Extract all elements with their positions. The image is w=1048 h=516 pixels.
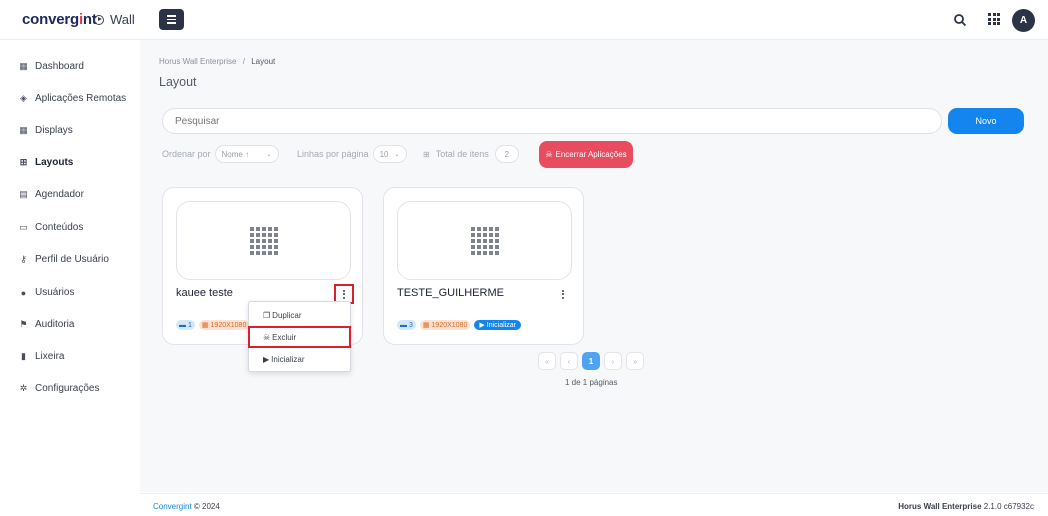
sidebar-item-displays[interactable]: ▦ Displays	[19, 125, 73, 136]
card-options-icon[interactable]	[555, 286, 571, 302]
remote-apps-icon: ◈	[20, 93, 27, 103]
resolution-icon: ▦	[422, 322, 430, 329]
play-icon: ▶	[479, 322, 485, 329]
sidebar-item-users[interactable]: ● Usuários	[19, 287, 75, 298]
layout-card-title: TESTE_GUILHERME	[397, 287, 504, 299]
breadcrumb-root[interactable]: Horus Wall Enterprise	[159, 57, 237, 66]
next-page-button[interactable]: ›	[604, 352, 622, 370]
pagination: « ‹ 1 › »	[538, 352, 644, 370]
user-avatar[interactable]: A	[1012, 9, 1035, 32]
duplicate-menu-item[interactable]: ❐ Duplicar	[249, 305, 350, 325]
brand-logo[interactable]: convergint	[22, 11, 97, 28]
sidebar-item-scheduler[interactable]: ▤ Agendador	[19, 189, 84, 200]
content-icon: ▭	[19, 222, 28, 232]
sidebar-item-audit[interactable]: ⚑ Auditoria	[19, 319, 74, 330]
end-applications-button[interactable]: ☠ Encerrar Aplicações	[539, 141, 633, 168]
breadcrumb: Horus Wall Enterprise / Layout	[159, 57, 276, 66]
order-select[interactable]: Nome ↑ ⌄	[214, 145, 279, 163]
skull-icon: ☠	[545, 150, 553, 159]
skull-icon: ☠	[263, 332, 271, 342]
pagination-info: 1 de 1 páginas	[565, 378, 618, 387]
rows-per-page-select[interactable]: 10 ⌄	[372, 145, 407, 163]
search-icon[interactable]	[953, 13, 967, 27]
card-tags: ▬ 1 ▦ 1920X1080	[176, 320, 250, 330]
product-name: Wall	[94, 12, 135, 27]
displays-count-badge: ▬ 1	[176, 320, 195, 330]
start-menu-item[interactable]: ▶ Inicializar	[249, 349, 350, 369]
last-page-button[interactable]: »	[626, 352, 644, 370]
layout-card-title: kauee teste	[176, 287, 233, 299]
displays-count-badge: ▬ 3	[397, 320, 416, 330]
footer-version: Horus Wall Enterprise 2.1.0 c67932c	[898, 502, 1034, 511]
total-items: ⊞ Total de itens 2	[423, 145, 519, 163]
gear-icon: ✲	[19, 383, 28, 393]
new-button[interactable]: Novo	[948, 108, 1024, 134]
main-content: Horus Wall Enterprise / Layout Layout No…	[140, 40, 1048, 492]
resolution-badge: ▦ 1920X1080	[419, 320, 471, 330]
order-filter: Ordenar por Nome ↑ ⌄	[162, 145, 279, 163]
sidebar-item-settings[interactable]: ✲ Configurações	[19, 383, 100, 394]
top-bar: convergint Wall A	[0, 0, 1048, 40]
footer: Convergint © 2024 Horus Wall Enterprise …	[140, 493, 1048, 516]
layout-thumbnail	[176, 201, 351, 280]
footer-brand-link[interactable]: Convergint	[153, 502, 192, 511]
menu-toggle-button[interactable]	[159, 9, 184, 30]
layout-card[interactable]: TESTE_GUILHERME ▬ 3 ▦ 1920X1080 ▶ Inicializ…	[383, 187, 584, 345]
chevron-down-icon: ⌄	[394, 151, 400, 158]
sidebar: ▦ Dashboard ◈ Aplicações Remotas ▦ Displ…	[0, 40, 140, 516]
chevron-down-icon: ⌄	[266, 151, 272, 158]
play-circle-icon	[94, 14, 104, 25]
first-page-button[interactable]: «	[538, 352, 556, 370]
sidebar-item-user-profile[interactable]: ⚷ Perfil de Usuário	[19, 254, 109, 265]
page-1-button[interactable]: 1	[582, 352, 600, 370]
total-items-badge: 2	[494, 145, 519, 163]
prev-page-button[interactable]: ‹	[560, 352, 578, 370]
delete-menu-item[interactable]: ☠ Excluir	[248, 326, 351, 348]
card-options-menu: ❐ Duplicar ☠ Excluir ▶ Inicializar	[248, 301, 351, 372]
card-options-icon[interactable]	[334, 284, 354, 304]
resolution-icon: ▦	[201, 322, 209, 329]
layout-grid-icon	[249, 226, 278, 255]
dashboard-icon: ▦	[19, 61, 28, 71]
breadcrumb-current: Layout	[251, 57, 276, 66]
grid-icon: ⊞	[423, 149, 430, 159]
apps-grid-icon[interactable]	[988, 13, 1000, 25]
footer-copyright: Convergint © 2024	[153, 502, 220, 511]
sidebar-item-remote-apps[interactable]: ◈ Aplicações Remotas	[19, 93, 126, 104]
card-tags: ▬ 3 ▦ 1920X1080 ▶ Inicializar	[397, 320, 521, 330]
sidebar-item-dashboard[interactable]: ▦ Dashboard	[19, 61, 84, 72]
trash-icon: ▮	[21, 351, 26, 361]
sidebar-item-trash[interactable]: ▮ Lixeira	[19, 351, 64, 362]
key-icon: ⚷	[20, 254, 27, 264]
displays-icon: ▦	[19, 125, 28, 135]
start-layout-button[interactable]: ▶ Inicializar	[474, 320, 521, 330]
layout-grid-icon	[470, 226, 499, 255]
layout-thumbnail	[397, 201, 572, 280]
sidebar-item-layouts[interactable]: ⊞ Layouts	[19, 157, 74, 168]
search-input[interactable]	[162, 108, 942, 134]
page-title: Layout	[159, 75, 197, 89]
rows-filter: Linhas por página 10 ⌄	[297, 145, 407, 163]
copy-icon: ❐	[263, 310, 271, 320]
monitor-icon: ▬	[400, 321, 407, 329]
resolution-badge: ▦ 1920X1080	[198, 320, 250, 330]
flag-icon: ⚑	[19, 319, 28, 329]
calendar-icon: ▤	[19, 189, 28, 199]
monitor-icon: ▬	[179, 321, 186, 329]
play-icon: ▶	[263, 354, 270, 364]
sidebar-item-contents[interactable]: ▭ Conteúdos	[19, 222, 83, 233]
users-icon: ●	[20, 287, 27, 298]
layouts-icon: ⊞	[19, 157, 28, 167]
